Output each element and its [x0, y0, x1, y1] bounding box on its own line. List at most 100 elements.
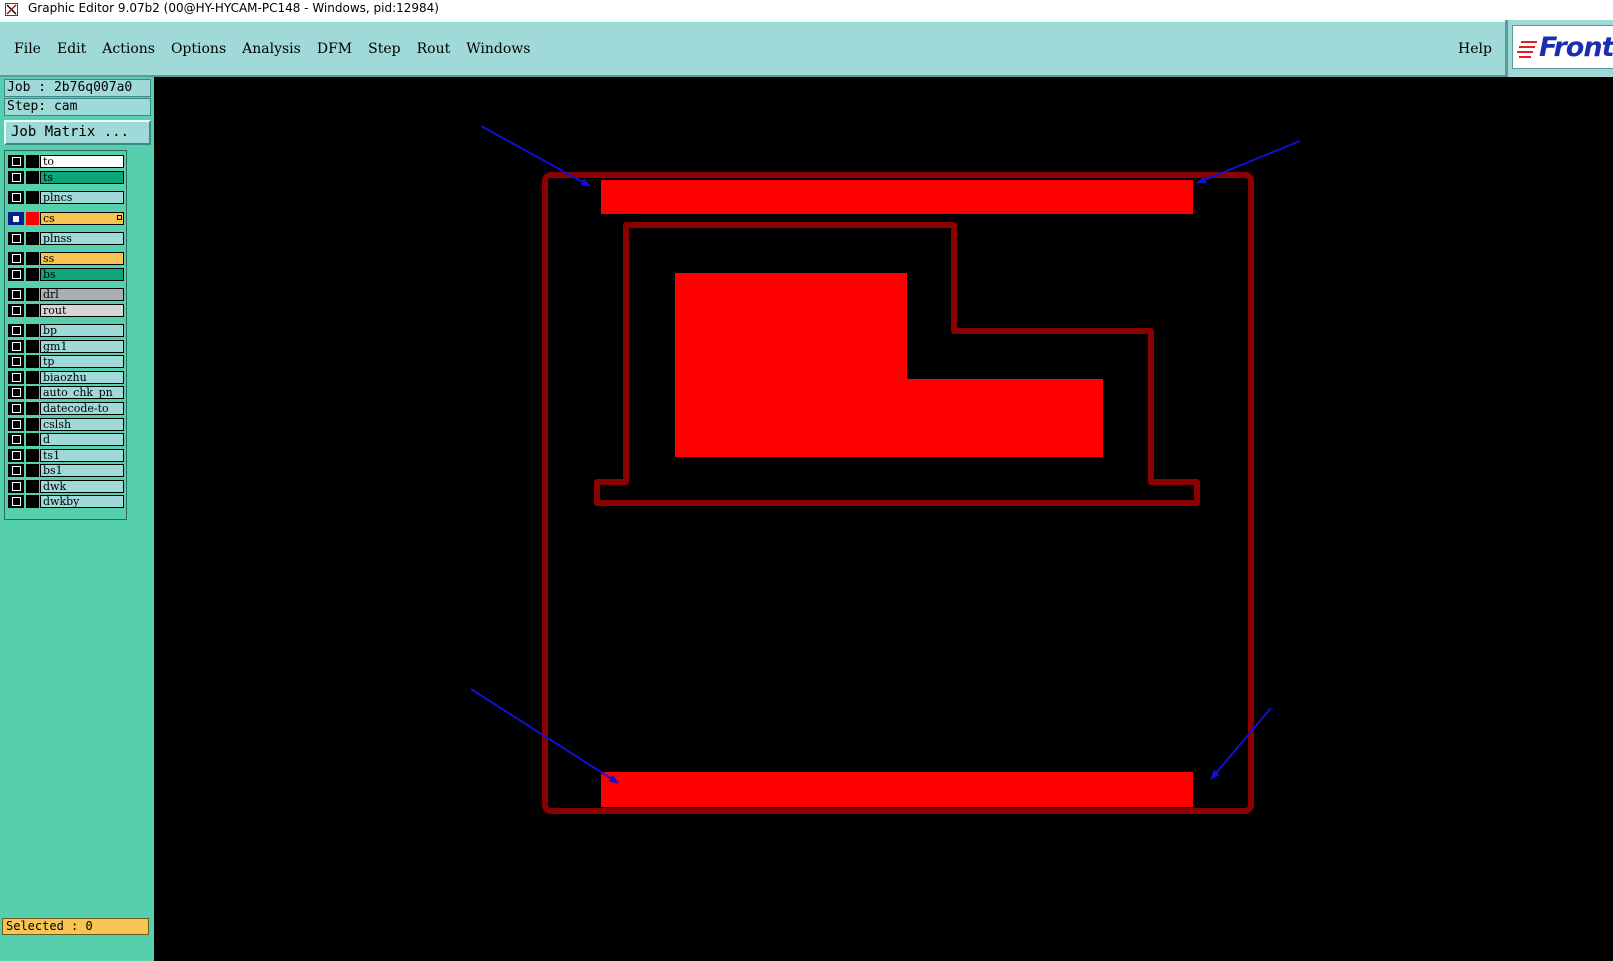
- layer-name[interactable]: datecode-to: [40, 402, 124, 415]
- layer-name[interactable]: ss: [40, 252, 124, 265]
- menu-dfm[interactable]: DFM: [317, 41, 352, 57]
- layer-row-tp[interactable]: tp: [7, 354, 124, 369]
- layer-name[interactable]: plncs: [40, 191, 124, 204]
- layer-color-swatch[interactable]: [26, 288, 39, 301]
- layer-color-swatch[interactable]: [26, 464, 39, 477]
- layer-row-bs[interactable]: bs: [7, 267, 124, 282]
- layer-row-dwkby[interactable]: dwkby: [7, 494, 124, 509]
- layer-color-swatch[interactable]: [26, 191, 39, 204]
- board-outline: [542, 172, 1254, 814]
- layer-name[interactable]: d: [40, 433, 124, 446]
- layer-name[interactable]: biaozhu: [40, 371, 124, 384]
- layer-name[interactable]: auto_chk_pn: [40, 386, 124, 399]
- menu-file[interactable]: File: [14, 41, 41, 57]
- layer-row-plncs[interactable]: plncs: [7, 190, 124, 205]
- layer-row-auto_chk_pn[interactable]: auto_chk_pn: [7, 385, 124, 400]
- layer-checkbox[interactable]: [8, 495, 24, 508]
- layer-name[interactable]: ts: [40, 171, 124, 184]
- layer-checkbox[interactable]: [8, 386, 24, 399]
- layer-color-swatch[interactable]: [26, 268, 39, 281]
- menu-step[interactable]: Step: [368, 41, 400, 57]
- layer-color-swatch[interactable]: [26, 232, 39, 245]
- layer-row-datecode-to[interactable]: datecode-to: [7, 401, 124, 416]
- layer-name[interactable]: tp: [40, 355, 124, 368]
- layer-checkbox[interactable]: [8, 449, 24, 462]
- layer-row-bp[interactable]: bp: [7, 323, 124, 338]
- layer-color-swatch[interactable]: [26, 433, 39, 446]
- layer-name[interactable]: cslsh: [40, 418, 124, 431]
- layer-checkbox[interactable]: [8, 232, 24, 245]
- job-matrix-button[interactable]: Job Matrix ...: [4, 120, 151, 145]
- layer-row-bs1[interactable]: bs1: [7, 463, 124, 478]
- layer-color-swatch[interactable]: [26, 340, 39, 353]
- layer-checkbox[interactable]: [8, 324, 24, 337]
- layer-color-swatch[interactable]: [26, 418, 39, 431]
- menu-help[interactable]: Help: [1458, 41, 1492, 57]
- layer-name[interactable]: plnss: [40, 232, 124, 245]
- layer-checkbox[interactable]: [8, 212, 24, 225]
- layer-name[interactable]: dwkby: [40, 495, 124, 508]
- layer-checkbox[interactable]: [8, 191, 24, 204]
- menu-options[interactable]: Options: [171, 41, 226, 57]
- layer-color-swatch[interactable]: [26, 355, 39, 368]
- graphic-canvas[interactable]: [154, 77, 1613, 961]
- layer-color-swatch[interactable]: [26, 371, 39, 384]
- menu-rout[interactable]: Rout: [417, 41, 451, 57]
- layer-color-swatch[interactable]: [26, 324, 39, 337]
- layer-row-rout[interactable]: rout: [7, 303, 124, 318]
- layer-checkbox[interactable]: [8, 480, 24, 493]
- layer-row-ts[interactable]: ts: [7, 170, 124, 185]
- layer-name[interactable]: drl: [40, 288, 124, 301]
- layer-row-ts1[interactable]: ts1: [7, 448, 124, 463]
- layer-row-gm1[interactable]: gm1: [7, 339, 124, 354]
- layer-checkbox[interactable]: [8, 402, 24, 415]
- layer-color-swatch[interactable]: [26, 449, 39, 462]
- layer-checkbox[interactable]: [8, 171, 24, 184]
- layer-color-swatch[interactable]: [26, 212, 39, 225]
- layer-checkbox[interactable]: [8, 418, 24, 431]
- layer-row-d[interactable]: d: [7, 432, 124, 447]
- layer-checkbox[interactable]: [8, 464, 24, 477]
- menu-actions[interactable]: Actions: [102, 41, 155, 57]
- layer-name[interactable]: ts1: [40, 449, 124, 462]
- checkbox-icon: [12, 173, 21, 182]
- layer-row-cslsh[interactable]: cslsh: [7, 417, 124, 432]
- layer-checkbox[interactable]: [8, 355, 24, 368]
- layer-name[interactable]: gm1: [40, 340, 124, 353]
- layer-checkbox[interactable]: [8, 340, 24, 353]
- layer-checkbox[interactable]: [8, 433, 24, 446]
- menu-analysis[interactable]: Analysis: [242, 41, 301, 57]
- layer-name[interactable]: rout: [40, 304, 124, 317]
- layer-color-swatch[interactable]: [26, 252, 39, 265]
- layer-name[interactable]: cs: [40, 212, 124, 225]
- layer-row-plnss[interactable]: plnss: [7, 231, 124, 246]
- layer-checkbox[interactable]: [8, 371, 24, 384]
- layer-name[interactable]: dwk: [40, 480, 124, 493]
- layer-name[interactable]: bp: [40, 324, 124, 337]
- layer-row-ss[interactable]: ss: [7, 251, 124, 266]
- layer-color-swatch[interactable]: [26, 402, 39, 415]
- window-title: Graphic Editor 9.07b2 (00@HY-HYCAM-PC148…: [28, 1, 439, 15]
- layer-row-dwk[interactable]: dwk: [7, 479, 124, 494]
- layer-row-drl[interactable]: drl: [7, 287, 124, 302]
- layer-color-swatch[interactable]: [26, 480, 39, 493]
- layer-checkbox[interactable]: [8, 304, 24, 317]
- layer-color-swatch[interactable]: [26, 386, 39, 399]
- layer-name[interactable]: bs1: [40, 464, 124, 477]
- layer-color-swatch[interactable]: [26, 495, 39, 508]
- menu-edit[interactable]: Edit: [57, 41, 86, 57]
- layer-checkbox[interactable]: [8, 288, 24, 301]
- layer-checkbox[interactable]: [8, 268, 24, 281]
- layer-checkbox[interactable]: [8, 252, 24, 265]
- layer-row-cs[interactable]: cs: [7, 211, 124, 226]
- layer-name[interactable]: to: [40, 155, 124, 168]
- layer-row-biaozhu[interactable]: biaozhu: [7, 370, 124, 385]
- layer-checkbox[interactable]: [8, 155, 24, 168]
- layer-color-swatch[interactable]: [26, 171, 39, 184]
- layer-name[interactable]: bs: [40, 268, 124, 281]
- layer-color-swatch[interactable]: [26, 155, 39, 168]
- layer-row-to[interactable]: to: [7, 154, 124, 169]
- layer-color-swatch[interactable]: [26, 304, 39, 317]
- logo-text: Front: [1539, 32, 1613, 63]
- menu-windows[interactable]: Windows: [466, 41, 530, 57]
